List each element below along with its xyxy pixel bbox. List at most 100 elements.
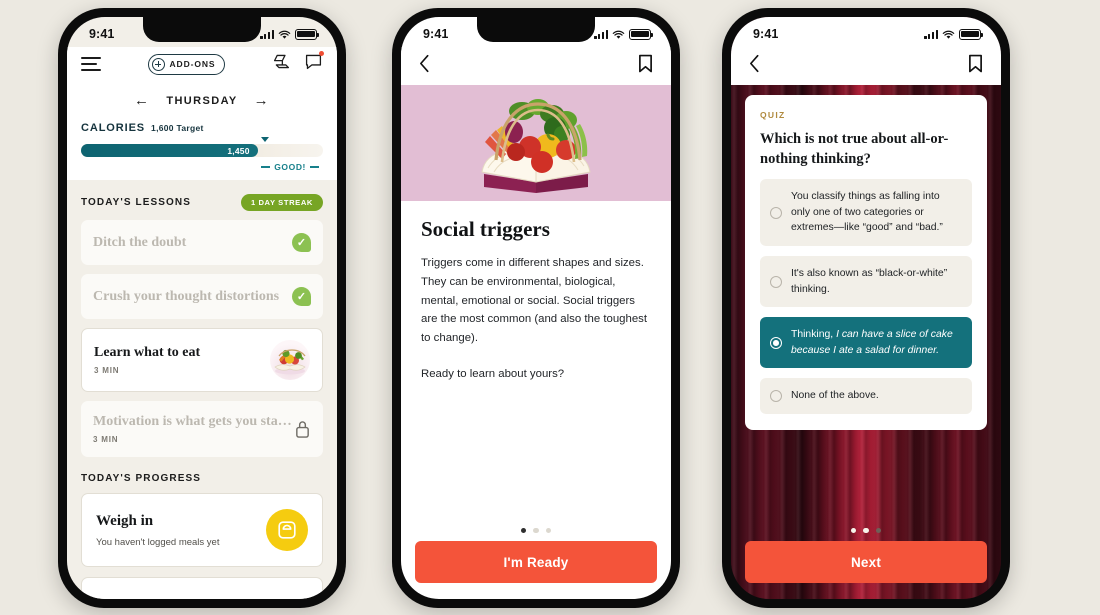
quiz-card: QUIZ Which is not true about all-or-noth… bbox=[745, 95, 987, 430]
radio-button-selected-icon[interactable] bbox=[770, 336, 782, 349]
pagination-dot[interactable] bbox=[545, 527, 552, 533]
streak-badge: 1 DAY STREAK bbox=[240, 194, 323, 211]
plus-circle-icon bbox=[151, 57, 165, 71]
phone-mockup-1: 9:41 ADD-ONS ← THURSDAY → CALORIES 1,600… bbox=[58, 8, 346, 608]
wifi-icon bbox=[612, 29, 625, 39]
phone2-screen: 9:41 Social triggers Triggers come in di… bbox=[401, 17, 671, 599]
list-item[interactable]: Learn what to eat 3 MIN bbox=[81, 328, 323, 392]
lessons-section-header: TODAY'S LESSONS 1 DAY STREAK bbox=[81, 194, 323, 211]
weigh-in-title: Weigh in bbox=[96, 512, 154, 529]
chevron-left-icon[interactable] bbox=[749, 54, 760, 78]
quiz-option-selected[interactable]: Thinking, I can have a slice of cake bec… bbox=[760, 317, 972, 369]
status-time: 9:41 bbox=[89, 27, 115, 41]
battery-icon bbox=[959, 28, 984, 40]
pagination-dot[interactable] bbox=[520, 527, 527, 533]
lesson-paragraph-2: Ready to learn about yours? bbox=[421, 368, 565, 381]
radio-button-icon[interactable] bbox=[770, 275, 782, 288]
day-navigator: ← THURSDAY → bbox=[81, 93, 323, 108]
chevron-left-icon[interactable] bbox=[419, 54, 430, 78]
phone-mockup-3: 9:41 QUIZ Which is not true about all-or… bbox=[722, 8, 1010, 608]
calories-progress-bar: 1,450 bbox=[81, 137, 323, 157]
pagination-dots bbox=[731, 518, 1001, 542]
pagination-dot[interactable] bbox=[850, 527, 857, 533]
dash-right-icon bbox=[310, 166, 319, 168]
phone3-bottom: Next bbox=[731, 518, 1001, 600]
lesson-content: Social triggers Triggers come in differe… bbox=[401, 201, 671, 518]
pagination-dot[interactable] bbox=[863, 527, 869, 533]
phone3-nav-bar bbox=[731, 47, 1001, 85]
food-scale-icon[interactable] bbox=[272, 52, 291, 76]
im-ready-button[interactable]: I'm Ready bbox=[415, 541, 657, 583]
lesson-title: Crush your thought distortions bbox=[93, 288, 280, 304]
quiz-option[interactable]: You classify things as falling into only… bbox=[760, 179, 972, 246]
list-item[interactable]: Motivation is what gets you sta… 3 MIN bbox=[81, 401, 323, 457]
calories-status-label: GOOD! bbox=[274, 162, 306, 172]
progress-section-title: TODAY'S PROGRESS bbox=[81, 473, 202, 484]
lesson-paragraph-1: Triggers come in different shapes and si… bbox=[421, 257, 648, 345]
radio-button-icon[interactable] bbox=[770, 206, 782, 219]
arrow-left-icon[interactable]: ← bbox=[134, 93, 150, 108]
lessons-section-title: TODAY'S LESSONS bbox=[81, 197, 192, 208]
current-day-label: THURSDAY bbox=[166, 94, 238, 107]
weight-scale-icon[interactable] bbox=[266, 509, 308, 551]
phone3-screen: 9:41 QUIZ Which is not true about all-or… bbox=[731, 17, 1001, 599]
weigh-in-text-block: Weigh in You haven't logged meals yet bbox=[96, 513, 219, 548]
status-indicators bbox=[260, 28, 320, 40]
add-ons-button[interactable]: ADD-ONS bbox=[147, 53, 226, 75]
lesson-title: Ditch the doubt bbox=[93, 234, 187, 250]
phone1-top-icons bbox=[272, 51, 324, 76]
quiz-option[interactable]: None of the above. bbox=[760, 378, 972, 414]
arrow-right-icon[interactable]: → bbox=[254, 93, 270, 108]
quiz-option-text: You classify things as falling into only… bbox=[791, 191, 943, 234]
pagination-dot[interactable] bbox=[533, 527, 539, 533]
calories-title: CALORIES bbox=[81, 122, 146, 134]
list-item[interactable]: Ditch the doubt ✓ bbox=[81, 220, 323, 265]
check-circle-icon: ✓ bbox=[292, 233, 311, 252]
quiz-option-text: None of the above. bbox=[791, 390, 879, 402]
add-ons-label: ADD-ONS bbox=[169, 59, 216, 69]
lesson-duration: 3 MIN bbox=[94, 366, 120, 375]
quiz-option-text: It's also known as “black-or-white” thin… bbox=[791, 267, 948, 295]
pagination-dot[interactable] bbox=[875, 527, 882, 533]
quiz-option[interactable]: It's also known as “black-or-white” thin… bbox=[760, 255, 972, 308]
calories-fill: 1,450 bbox=[81, 144, 258, 157]
phone1-nav-row: ADD-ONS bbox=[81, 47, 324, 81]
lesson-thumbnail-icon bbox=[270, 340, 310, 380]
dash-left-icon bbox=[261, 166, 271, 168]
next-button[interactable]: Next bbox=[745, 541, 987, 583]
chat-bubble-icon[interactable] bbox=[304, 51, 324, 76]
pagination-dots bbox=[401, 518, 671, 542]
calories-target-marker bbox=[261, 137, 270, 142]
lesson-duration: 3 MIN bbox=[93, 435, 119, 444]
lock-icon bbox=[294, 419, 311, 439]
wifi-icon bbox=[278, 29, 291, 39]
phone2-status-bar: 9:41 bbox=[401, 17, 671, 47]
phone1-status-bar: 9:41 bbox=[67, 17, 337, 47]
weigh-in-card[interactable]: Weigh in You haven't logged meals yet bbox=[81, 493, 323, 567]
bookmark-icon[interactable] bbox=[638, 54, 653, 78]
notification-dot bbox=[319, 51, 324, 56]
lesson-title: Learn what to eat bbox=[94, 345, 201, 360]
progress-section-header: TODAY'S PROGRESS bbox=[81, 473, 323, 484]
status-indicators bbox=[924, 28, 984, 40]
bookmark-icon[interactable] bbox=[968, 54, 983, 78]
phone1-screen: 9:41 ADD-ONS ← THURSDAY → CALORIES 1,600… bbox=[67, 17, 337, 599]
list-item[interactable]: Crush your thought distortions ✓ bbox=[81, 274, 323, 319]
calories-widget: CALORIES 1,600 Target 1,450 GOOD! bbox=[81, 122, 323, 172]
phone-mockup-2: 9:41 Social triggers Triggers come in di… bbox=[392, 8, 680, 608]
battery-icon bbox=[629, 28, 654, 40]
hamburger-menu-icon[interactable] bbox=[81, 57, 101, 71]
lesson-title: Motivation is what gets you sta… bbox=[93, 414, 292, 429]
status-time: 9:41 bbox=[753, 27, 779, 41]
lesson-text-block: Learn what to eat 3 MIN bbox=[94, 345, 200, 375]
status-time: 9:41 bbox=[423, 27, 449, 41]
page-title: Social triggers bbox=[421, 217, 550, 241]
lesson-hero-image bbox=[401, 85, 671, 201]
phone1-body: TODAY'S LESSONS 1 DAY STREAK Ditch the d… bbox=[67, 180, 337, 599]
phone1-top-section: ADD-ONS ← THURSDAY → CALORIES 1,600 Targ… bbox=[67, 47, 337, 180]
quiz-kicker-label: QUIZ bbox=[760, 110, 786, 120]
next-progress-card-peek[interactable] bbox=[81, 577, 323, 599]
cellular-bars-icon bbox=[260, 29, 274, 39]
radio-button-icon[interactable] bbox=[770, 390, 782, 403]
weigh-in-subtitle: You haven't logged meals yet bbox=[96, 536, 220, 548]
